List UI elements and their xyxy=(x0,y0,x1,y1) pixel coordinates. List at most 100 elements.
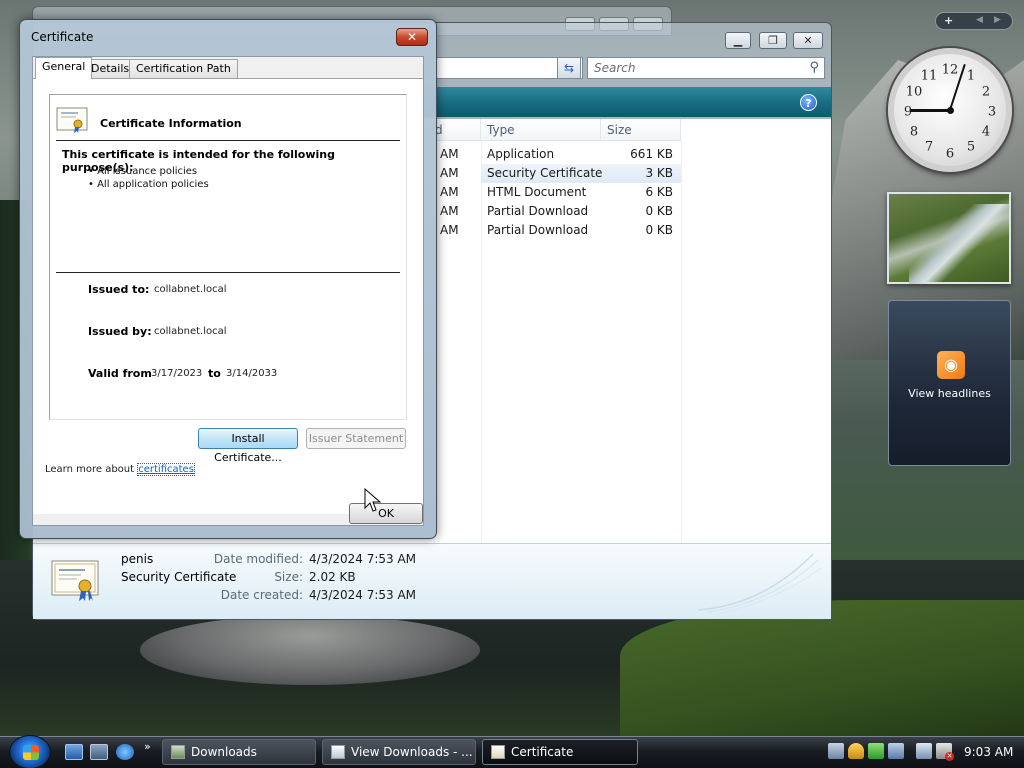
date-created-label: Date created: xyxy=(220,588,303,602)
display-icon[interactable] xyxy=(888,743,904,759)
start-button[interactable] xyxy=(9,735,51,768)
taskbar-item-label: Downloads xyxy=(191,745,257,759)
issued-to-value: collabnet.local xyxy=(154,284,227,295)
clock-number: 7 xyxy=(924,139,934,155)
divider xyxy=(56,140,400,141)
search-placeholder: Search xyxy=(594,61,636,75)
clock-number: 6 xyxy=(945,146,955,162)
checkmark-icon[interactable] xyxy=(868,743,884,759)
taskbar-item-label: Certificate xyxy=(511,745,574,759)
install-certificate-button[interactable]: Install Certificate... xyxy=(198,428,298,464)
quick-launch-more-icon[interactable]: » xyxy=(144,740,151,753)
valid-to-value: 3/14/2033 xyxy=(226,368,278,379)
column-header-type[interactable]: Type xyxy=(481,119,601,141)
issued-by-label: Issued by: xyxy=(88,325,152,338)
certificates-link[interactable]: certificates xyxy=(137,463,195,476)
dialog-body: General Details Certification Path Certi… xyxy=(32,56,424,526)
downloads-icon xyxy=(331,745,345,759)
learn-more-text: Learn more about certificates xyxy=(45,463,195,476)
minimize-button[interactable]: ▁ xyxy=(725,32,751,49)
cell-type: Partial Download xyxy=(487,204,589,218)
tab-certification-path[interactable]: Certification Path xyxy=(129,59,238,78)
clock-number: 3 xyxy=(987,104,997,120)
certificate-icon xyxy=(51,560,99,601)
feed-headlines-gadget[interactable]: ◉ View headlines xyxy=(888,300,1011,466)
rss-feed-icon: ◉ xyxy=(937,351,965,379)
issued-by-value: collabnet.local xyxy=(154,326,227,337)
network-icon[interactable] xyxy=(916,743,932,759)
cell-size: 3 KB xyxy=(645,166,673,180)
view-headlines-label[interactable]: View headlines xyxy=(889,387,1010,400)
details-pane: penis Security Certificate Date modified… xyxy=(33,543,831,619)
clock-number: 10 xyxy=(905,84,923,100)
ok-button[interactable]: OK xyxy=(349,503,423,524)
taskbar-item-view-downloads[interactable]: View Downloads - ... xyxy=(322,739,476,765)
taskbar-item-label: View Downloads - ... xyxy=(351,745,473,759)
cell-time: AM xyxy=(440,185,459,199)
valid-to-label: to xyxy=(208,367,221,380)
taskbar-item-certificate[interactable]: Certificate xyxy=(482,739,638,765)
maximize-button[interactable]: ❐ xyxy=(759,32,787,49)
close-button[interactable]: ✕ xyxy=(396,28,428,46)
purpose-item: • All issuance policies xyxy=(88,166,198,177)
internet-explorer-icon[interactable] xyxy=(116,744,134,760)
learn-more-label: Learn more about xyxy=(45,464,135,475)
cell-type: Application xyxy=(487,147,555,161)
cell-size: 6 KB xyxy=(645,185,673,199)
clock-number: 11 xyxy=(920,68,938,84)
clock-gadget[interactable]: 12 1 2 3 4 5 6 7 8 9 10 11 xyxy=(888,48,1012,172)
clock-number: 4 xyxy=(981,124,991,140)
search-input[interactable]: Search ⚲ xyxy=(587,57,825,79)
clock-number: 1 xyxy=(966,68,976,84)
refresh-icon[interactable]: ⇆ xyxy=(557,57,581,79)
previous-icon[interactable]: ◀ xyxy=(976,15,983,25)
table-row-selected[interactable]: Security Certificate 3 KB xyxy=(481,164,681,183)
certificate-info-title: Certificate Information xyxy=(100,117,242,130)
cell-time: AM xyxy=(440,204,459,218)
divider xyxy=(56,272,400,273)
muted-badge-icon: ✕ xyxy=(945,752,954,761)
background-rock xyxy=(140,615,480,685)
help-icon[interactable]: ? xyxy=(800,94,817,111)
issued-to-label: Issued to: xyxy=(88,283,150,296)
security-shield-icon[interactable] xyxy=(848,743,864,759)
clock-number: 2 xyxy=(981,84,991,100)
slideshow-gadget[interactable] xyxy=(887,192,1011,284)
clock-hour-hand xyxy=(910,109,950,112)
system-tray: ✕ 9:03 AM xyxy=(824,738,1024,766)
mouse-cursor-icon xyxy=(364,488,382,512)
show-desktop-icon[interactable] xyxy=(65,744,83,760)
next-icon[interactable]: ▶ xyxy=(994,15,1001,25)
clock-number: 12 xyxy=(941,62,959,78)
cell-type: Security Certificate xyxy=(487,166,603,180)
watermark-swoosh xyxy=(697,553,822,615)
cell-time: AM xyxy=(440,166,459,180)
volume-muted-icon[interactable]: ✕ xyxy=(936,743,954,761)
column-header-size[interactable]: Size xyxy=(601,119,681,141)
certificate-icon xyxy=(491,745,505,759)
taskbar-item-downloads[interactable]: Downloads xyxy=(162,739,316,765)
cell-type: Partial Download xyxy=(487,223,589,237)
system-clock[interactable]: 9:03 AM xyxy=(964,745,1013,759)
general-tab-page: Certificate Information This certificate… xyxy=(33,78,423,514)
sidebar-controls: + ◀ ▶ xyxy=(935,12,1013,30)
close-button[interactable]: ✕ xyxy=(793,32,823,49)
windows-logo-icon xyxy=(23,745,39,760)
add-gadget-button[interactable]: + xyxy=(944,14,953,27)
cell-size: 0 KB xyxy=(645,223,673,237)
size-label: Size: xyxy=(274,570,303,584)
switch-windows-icon[interactable] xyxy=(90,744,108,760)
cell-time: AM xyxy=(440,223,459,237)
clock-number: 8 xyxy=(909,124,919,140)
valid-from-value: 3/17/2023 xyxy=(151,368,203,379)
network-sharing-icon[interactable] xyxy=(828,743,844,759)
details-file-name: penis xyxy=(121,552,154,566)
size-value: 2.02 KB xyxy=(309,570,356,584)
issuer-statement-button[interactable]: Issuer Statement xyxy=(306,428,406,449)
clock-number: 9 xyxy=(903,104,913,120)
purpose-item: • All application policies xyxy=(88,179,209,190)
cell-size: 661 KB xyxy=(630,147,673,161)
tab-general[interactable]: General xyxy=(35,57,93,79)
search-icon[interactable]: ⚲ xyxy=(809,60,819,75)
cell-type: HTML Document xyxy=(487,185,587,199)
